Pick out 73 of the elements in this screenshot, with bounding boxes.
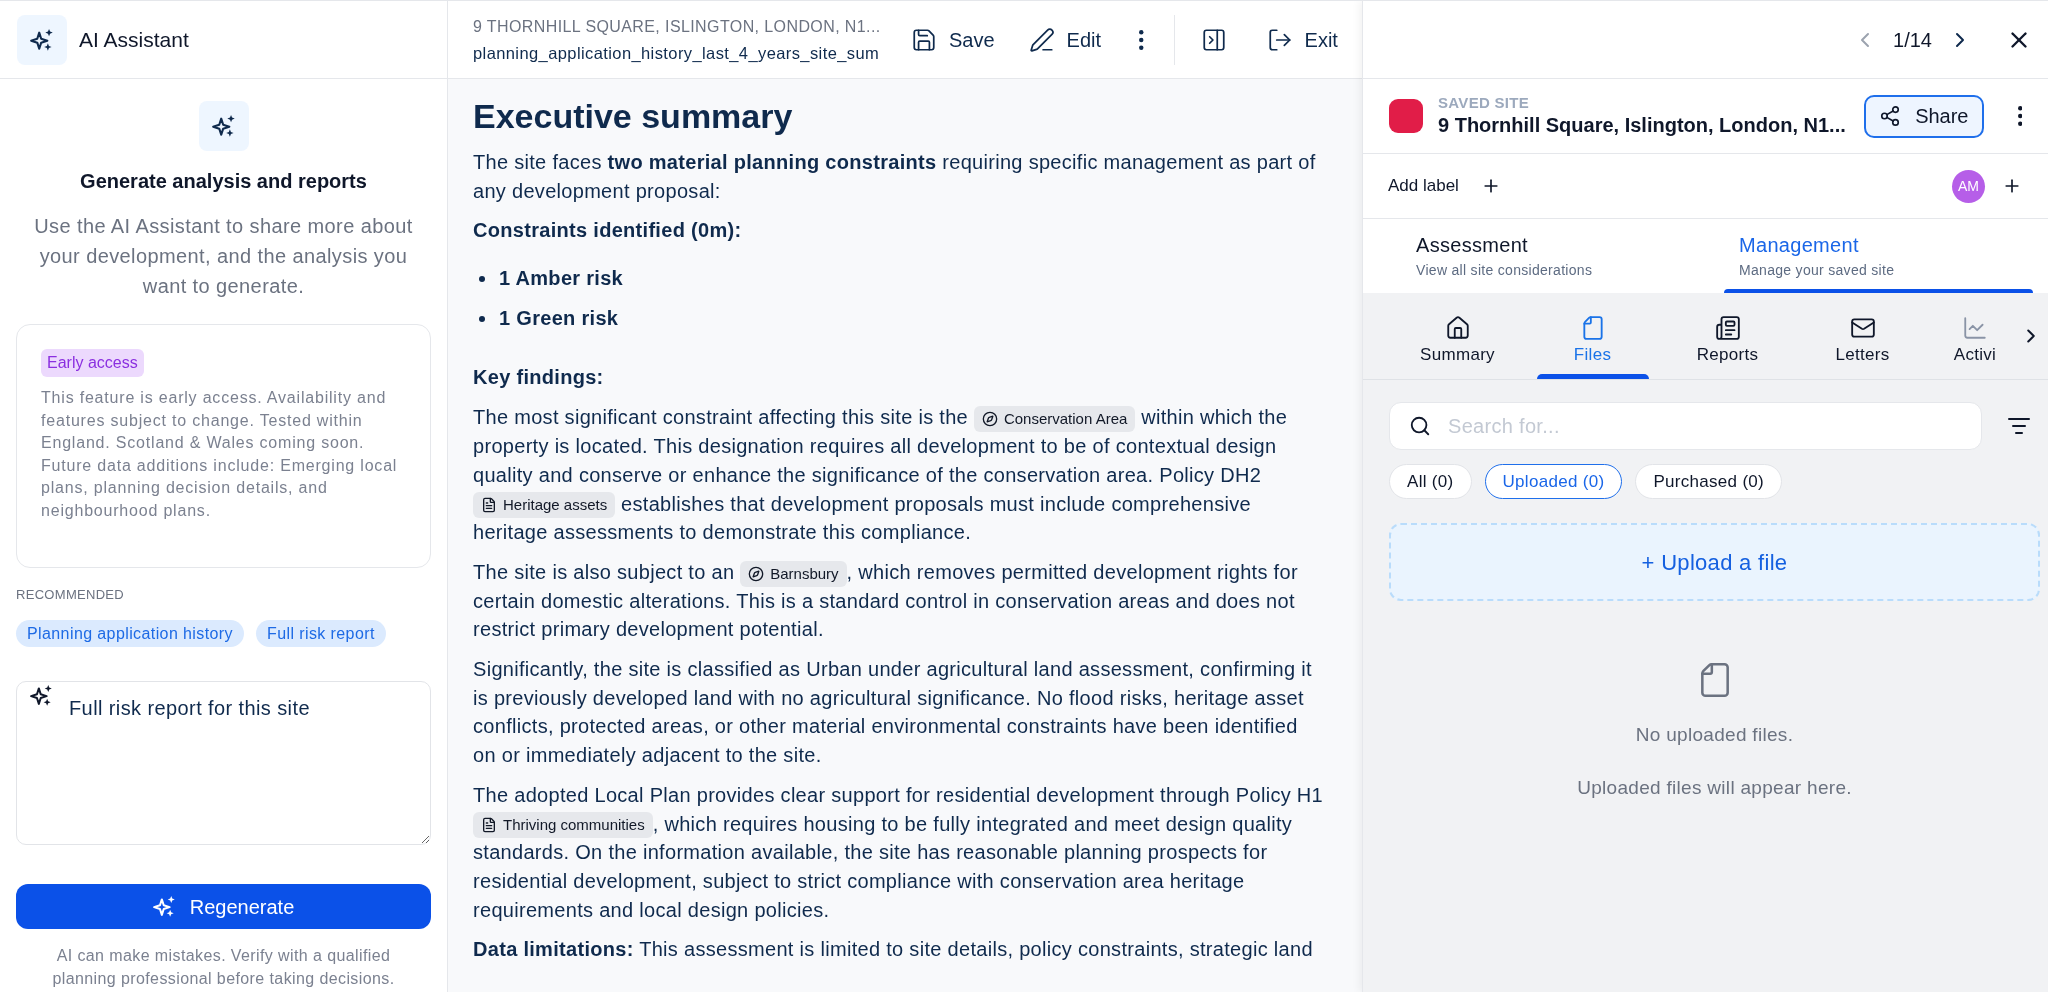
document-filename: planning_application_history_last_4_years_site_sum	[473, 43, 881, 63]
panel-title: AI Assistant	[79, 26, 189, 53]
sparkle-icon	[152, 895, 176, 918]
nav-tab[interactable]: Letters	[1795, 293, 1930, 379]
filter-chip[interactable]: Uploaded (0)	[1484, 464, 1623, 499]
paragraph: The site faces two material planning constraints requiring specific management as part of any development proposal:	[473, 150, 1317, 204]
area-tag[interactable]: Barnsbury	[740, 560, 847, 587]
compass-icon	[748, 565, 765, 582]
share-button[interactable]: Share	[1864, 94, 1984, 138]
save-icon	[911, 26, 937, 53]
area-tag[interactable]: Conservation Area	[973, 406, 1136, 433]
site-address: 9 Thornhill Square, Islington, London, N1...	[1438, 113, 1846, 138]
empty-state-hint: Uploaded files will appear here.	[1577, 776, 1852, 800]
exit-icon	[1266, 26, 1293, 53]
panel-icon	[1200, 26, 1227, 53]
exit-button[interactable]: Exit	[1260, 17, 1344, 62]
search-icon	[1409, 415, 1431, 437]
filter-chip[interactable]: All (0)	[1389, 464, 1472, 499]
bullet-icon	[479, 315, 485, 322]
edit-button[interactable]: Edit	[1022, 17, 1108, 62]
section-heading: Constraints identified (0m):	[473, 218, 743, 244]
recommended-label: RECOMMENDED	[16, 587, 125, 603]
more-icon[interactable]	[2017, 106, 2022, 126]
document-address: 9 THORNHILL SQUARE, ISLINGTON, LONDON, N1...	[473, 16, 882, 36]
early-access-badge: Early access	[41, 349, 144, 377]
prompt-field[interactable]: Full risk report for this site	[16, 681, 431, 845]
add-label-button[interactable]: Add label	[1388, 173, 1459, 199]
disclaimer-text: AI can make mistakes. Verify with a qualified planning professional before taking decisions.	[51, 946, 396, 989]
site-label: SAVED SITE	[1438, 94, 1531, 112]
list-item: 1 Amber risk	[499, 266, 624, 292]
intro-heading: Generate analysis and reports	[79, 169, 368, 194]
search-field[interactable]: Search for...	[1389, 402, 1982, 450]
sparkle-icon	[198, 101, 249, 151]
suggestion-chip[interactable]: Planning application history	[16, 620, 244, 647]
filter-chip[interactable]: Purchased (0)	[1635, 464, 1783, 499]
paragraph: The site is also subject to an Barnsbury , which removes permitted development rights for certain domestic alterations. This is a standard control in conservation areas and does not restrict primary development potential.	[473, 559, 1299, 643]
pager-position: 1/14	[1893, 27, 1932, 53]
user-avatar[interactable]: AM	[1952, 169, 1985, 203]
bullet-icon	[479, 275, 485, 282]
policy-tag[interactable]: Thriving communities	[473, 812, 653, 839]
policy-tag[interactable]: Heritage assets	[473, 492, 616, 519]
house-icon	[1444, 315, 1471, 341]
line-chart-icon	[1962, 315, 1988, 341]
section-tab[interactable]: Assessment View all site considerations	[1401, 219, 1710, 293]
pencil-icon	[1028, 26, 1055, 53]
document-icon	[481, 497, 497, 514]
sparkle-icon	[17, 14, 67, 65]
nav-tab[interactable]: Activi	[1930, 293, 2020, 379]
empty-state-title: No uploaded files.	[1635, 723, 1794, 747]
document-title: Executive summary	[473, 96, 794, 136]
paragraph: Significantly, the site is classified as Urban under agricultural land assessment, confirming it is previously developed land with no agricultural significance. No flood risks, heritage asset conflicts, protected areas, or other material environmental constraints have been identified on or immediately adjacent to the site.	[473, 657, 1313, 769]
section-tab[interactable]: Management Manage your saved site	[1724, 219, 2033, 293]
save-button[interactable]: Save	[905, 17, 1001, 62]
paragraph: The adopted Local Plan provides clear support for residential development through Policy H1 Thriving communities , which requires housing to be fully integrated and meet design quality standards. On the information available, the site has reasonable planning prospects for residential development, subject to strict compliance with conservation area heritage requirements and local design policies.	[473, 782, 1323, 923]
paragraph: Data limitations: This assessment is limited to site details, policy constraints, strategic land	[473, 937, 1314, 963]
share-icon	[1879, 105, 1902, 127]
document-icon	[481, 817, 497, 834]
intro-text: Use the AI Assistant to share more about your development, and the analysis you want to generate.	[33, 214, 414, 299]
more-icon	[1139, 29, 1144, 50]
notice-text: This feature is early access. Availability and features subject to change. Tested within England. Scotland & Wales coming soon. Future data additions include: Emerging local plans, planning decision details, and neighbourhood plans.	[41, 388, 399, 521]
upload-button[interactable]: + Upload a file	[1389, 523, 2040, 601]
newspaper-icon	[1714, 315, 1741, 341]
section-heading: Key findings:	[473, 365, 605, 391]
sparkle-icon	[30, 684, 53, 707]
nav-tab[interactable]: Files	[1525, 293, 1660, 379]
regenerate-button[interactable]: Regenerate	[16, 884, 431, 929]
nav-tab[interactable]: Reports	[1660, 293, 1795, 379]
nav-tab[interactable]: Summary	[1390, 293, 1525, 379]
envelope-icon	[1849, 315, 1876, 341]
suggestion-chip[interactable]: Full risk report	[256, 620, 386, 647]
paragraph: The most significant constraint affecting this site is the Conservation Area within which the property is located. This designation requires all development to be of contextual design quality and conserve or enhance the significance of the conservation area. Policy DH2 Heritage assets establishes that development proposals must include comprehensive heritage assessments to demonstrate this compliance.	[473, 405, 1289, 546]
list-item: 1 Green risk	[499, 306, 619, 332]
compass-icon	[981, 411, 998, 428]
